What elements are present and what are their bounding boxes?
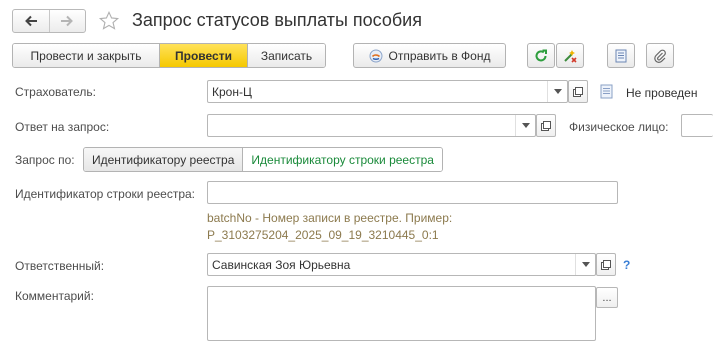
arrow-right-icon (61, 15, 74, 27)
wand-clear-icon (564, 49, 577, 63)
responsible-field[interactable]: Савинская Зоя Юрьевна (207, 253, 596, 276)
insurer-field[interactable]: Крон-Ц (207, 80, 568, 103)
comment-edit-button[interactable]: ... (596, 287, 618, 308)
responsible-value: Савинская Зоя Юрьевна (212, 257, 351, 272)
request-by-label: Запрос по: (15, 153, 75, 167)
person-value (682, 115, 713, 136)
person-label: Физическое лицо: (569, 120, 669, 134)
person-field[interactable] (681, 114, 713, 137)
send-to-fund-button[interactable]: Отправить в Фонд (353, 43, 506, 68)
responsible-open-button[interactable] (596, 253, 616, 276)
help-icon[interactable]: ? (623, 258, 630, 272)
main-actions: Провести и закрыть Провести Записать (12, 43, 326, 68)
registry-row-id-label: Идентификатор строки реестра: (15, 187, 195, 201)
request-by-switch: Идентификатору реестра Идентификатору ст… (83, 147, 443, 172)
back-button[interactable] (13, 10, 49, 32)
response-dropdown[interactable] (515, 115, 535, 136)
response-field[interactable] (207, 114, 536, 137)
chevron-down-icon (553, 89, 562, 94)
option-registry-row-id[interactable]: Идентификатору строки реестра (242, 148, 442, 171)
favorite-button[interactable] (96, 8, 122, 34)
insurer-value: Крон-Ц (212, 84, 252, 99)
response-value (208, 115, 515, 136)
chevron-down-icon (521, 123, 530, 128)
document-status-icon (600, 84, 613, 99)
page-title: Запрос статусов выплаты пособия (132, 10, 422, 30)
attachments-button[interactable] (646, 43, 674, 68)
refresh-icon (535, 49, 547, 61)
document-list-icon (615, 49, 627, 62)
response-open-button[interactable] (536, 114, 556, 137)
open-window-icon (573, 86, 583, 97)
comment-label: Комментарий: (15, 289, 94, 303)
refresh-button[interactable] (527, 43, 555, 68)
comment-textarea[interactable] (207, 286, 596, 341)
post-button[interactable]: Провести (159, 44, 247, 67)
insurer-open-button[interactable] (568, 80, 588, 103)
responsible-label: Ответственный: (15, 259, 105, 273)
star-icon (98, 10, 120, 30)
history-nav (12, 9, 86, 33)
arrow-left-icon (24, 15, 37, 27)
open-window-icon (601, 259, 611, 270)
option-registry-id[interactable]: Идентификатору реестра (84, 148, 243, 171)
open-window-icon (541, 120, 551, 131)
insurer-label: Страхователь: (15, 85, 96, 99)
report-button[interactable] (607, 43, 635, 68)
save-button[interactable]: Записать (247, 44, 325, 67)
post-and-close-button[interactable]: Провести и закрыть (13, 44, 159, 67)
registry-row-id-value (208, 182, 617, 203)
insurer-dropdown[interactable] (547, 81, 567, 102)
responsible-dropdown[interactable] (575, 254, 595, 275)
hint-line-1: batchNo - Номер записи в реестре. Пример… (207, 211, 453, 225)
chevron-down-icon (581, 262, 590, 267)
fund-logo-icon (369, 49, 382, 62)
send-to-fund-label: Отправить в Фонд (388, 48, 491, 63)
forward-button[interactable] (48, 10, 86, 32)
registry-row-id-input[interactable] (207, 181, 618, 204)
hint-line-2: P_3103275204_2025_09_19_3210445_0:1 (207, 228, 439, 242)
document-status: Не проведен (626, 86, 698, 100)
paperclip-icon (654, 49, 666, 63)
fill-button[interactable] (556, 43, 584, 68)
response-label: Ответ на запрос: (15, 120, 110, 134)
